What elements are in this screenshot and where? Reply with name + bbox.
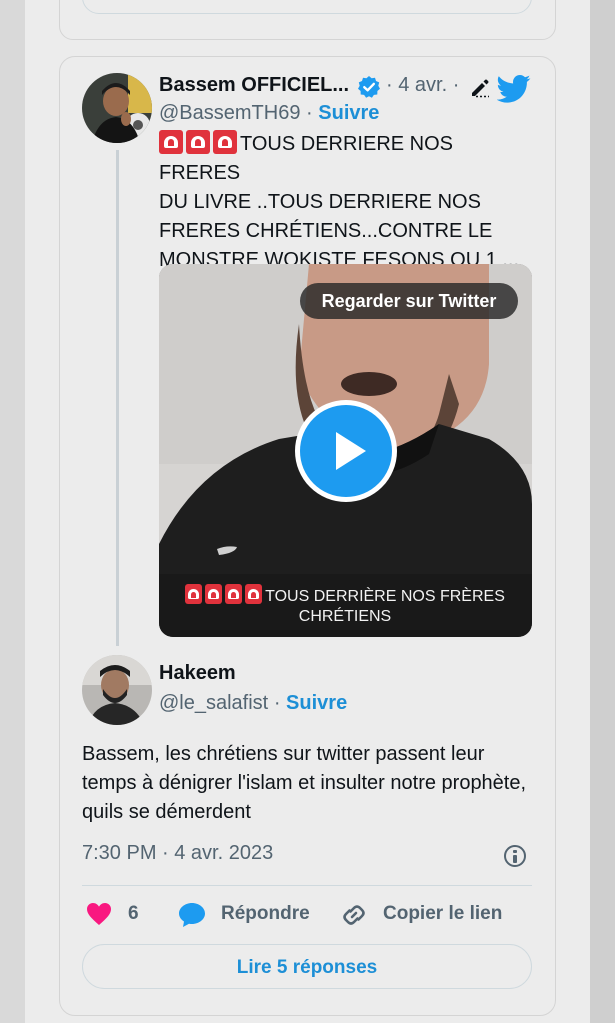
like-button[interactable]: 6 bbox=[86, 899, 146, 929]
video-caption: TOUS DERRIÈRE NOS FRÈRES CHRÉTIENS bbox=[165, 584, 525, 627]
verified-badge-icon bbox=[358, 76, 380, 98]
play-icon bbox=[300, 405, 392, 497]
twitter-bird-icon[interactable] bbox=[497, 74, 531, 104]
handle-row: @BassemTH69 · Suivre bbox=[159, 102, 379, 125]
handle-separator: · bbox=[273, 692, 281, 714]
previous-embed-button[interactable] bbox=[82, 0, 532, 14]
reply-bubble-icon bbox=[179, 903, 205, 927]
reply-display-name[interactable]: Hakeem bbox=[159, 662, 236, 685]
reply-handle[interactable]: @le_salafist bbox=[159, 692, 268, 714]
thread-connector bbox=[116, 150, 119, 646]
like-count: 6 bbox=[128, 903, 139, 924]
follow-link[interactable]: Suivre bbox=[318, 102, 379, 124]
siren-emoji-icon bbox=[205, 584, 223, 604]
reply-button[interactable]: Répondre bbox=[178, 899, 318, 929]
info-icon[interactable] bbox=[504, 845, 526, 867]
reply-timestamp[interactable]: 7:30 PM · 4 avr. 2023 bbox=[82, 842, 273, 865]
edited-pencil-icon[interactable] bbox=[468, 76, 492, 98]
page-margin bbox=[590, 0, 615, 1023]
siren-emoji-icon bbox=[186, 130, 210, 154]
siren-emoji-icon bbox=[225, 584, 243, 604]
display-name[interactable]: Bassem OFFICIEL... bbox=[159, 74, 349, 97]
siren-emoji-icon bbox=[159, 130, 183, 154]
watch-on-twitter-button[interactable]: Regarder sur Twitter bbox=[300, 283, 518, 319]
handle[interactable]: @BassemTH69 bbox=[159, 102, 300, 124]
siren-emoji-icon bbox=[245, 584, 263, 604]
siren-emoji-icon bbox=[185, 584, 203, 604]
copy-link-label: Copier le lien bbox=[383, 903, 503, 924]
divider bbox=[82, 885, 532, 886]
link-icon bbox=[343, 905, 365, 925]
reply-text: Bassem, les chrétiens sur twitter passen… bbox=[82, 743, 527, 823]
avatar-bassem[interactable] bbox=[82, 73, 152, 143]
tweet-text: TOUS DERRIERE NOS FRERES DU LIVRE ..TOUS… bbox=[159, 130, 539, 275]
reply-handle-row: @le_salafist · Suivre bbox=[159, 692, 347, 715]
play-button[interactable] bbox=[295, 400, 397, 502]
avatar-hakeem[interactable] bbox=[82, 655, 152, 725]
tweet-date[interactable]: · 4 avr. · bbox=[386, 74, 459, 97]
read-replies-button[interactable]: Lire 5 réponses bbox=[82, 944, 532, 989]
heart-icon bbox=[87, 903, 111, 925]
copy-link-button[interactable]: Copier le lien bbox=[340, 899, 505, 929]
reply-follow-link[interactable]: Suivre bbox=[286, 692, 347, 714]
handle-separator: · bbox=[306, 102, 313, 124]
reply-label: Répondre bbox=[221, 903, 310, 924]
siren-emoji-icon bbox=[213, 130, 237, 154]
